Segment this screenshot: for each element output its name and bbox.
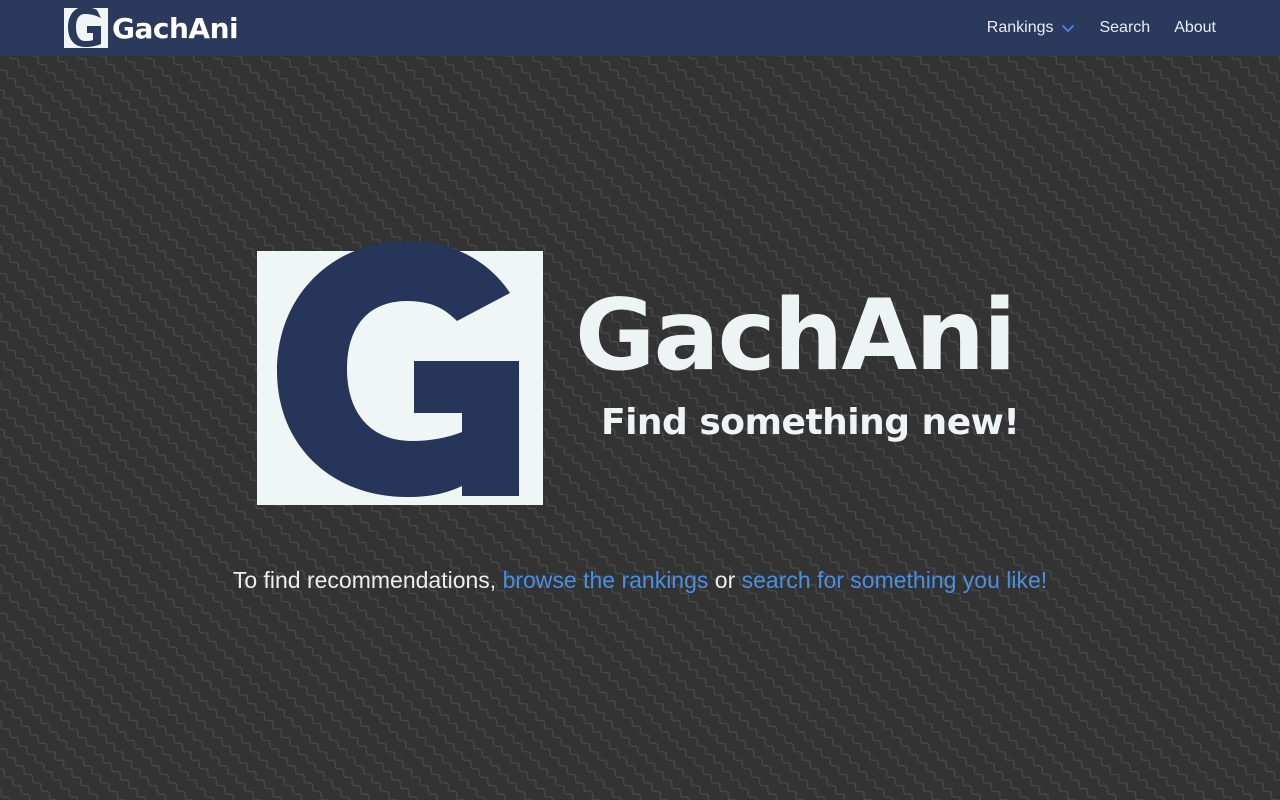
- cta-text: To find recommendations, browse the rank…: [0, 563, 1280, 597]
- nav-rankings-label: Rankings: [986, 19, 1054, 36]
- g-logo-icon: [64, 8, 108, 48]
- nav-about-link[interactable]: About: [1174, 19, 1216, 37]
- nav-rankings-dropdown[interactable]: Rankings: [987, 19, 1076, 37]
- search-link[interactable]: search for something you like!: [742, 567, 1048, 593]
- g-logo-icon: [257, 241, 543, 505]
- brand-link[interactable]: GachAni: [64, 8, 239, 48]
- hero: GachAni Find something new!: [257, 241, 1037, 505]
- nav-search-link[interactable]: Search: [1099, 19, 1150, 37]
- cta-prefix: To find recommendations,: [232, 567, 503, 593]
- browse-rankings-link[interactable]: browse the rankings: [503, 567, 709, 593]
- nav-menu: Rankings Search About: [987, 19, 1216, 37]
- cta-middle: or: [708, 567, 742, 593]
- chevron-down-icon: [1062, 25, 1075, 32]
- navbar: GachAni Rankings Search About: [0, 0, 1280, 56]
- brand-name: GachAni: [112, 11, 239, 45]
- hero-title: GachAni: [575, 279, 1017, 393]
- hero-tagline: Find something new!: [601, 402, 1020, 443]
